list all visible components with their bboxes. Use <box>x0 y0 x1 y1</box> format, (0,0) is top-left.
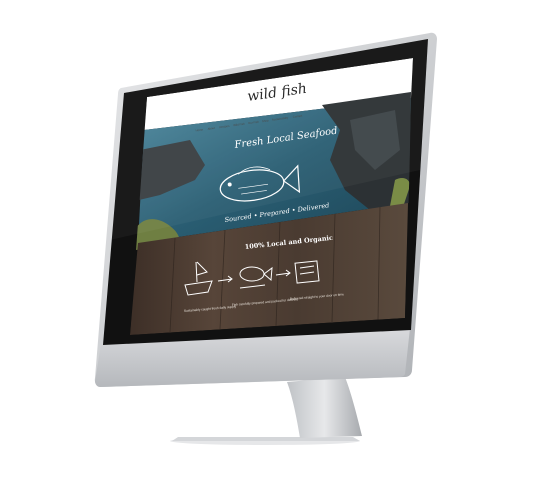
monitor-mockup-stage: Fresh Local Seafood Sourced • Prepared •… <box>0 0 543 482</box>
stand-neck <box>287 377 362 438</box>
monitor-illustration: Fresh Local Seafood Sourced • Prepared •… <box>94 32 437 445</box>
stand-base <box>172 437 360 441</box>
